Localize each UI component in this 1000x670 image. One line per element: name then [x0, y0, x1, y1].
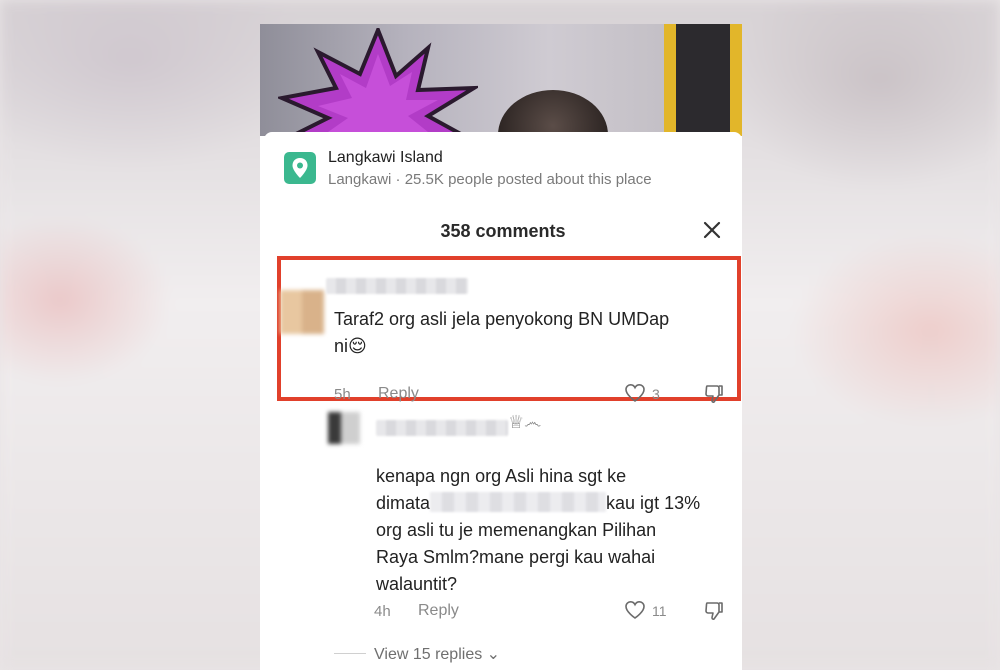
- heart-icon: [625, 600, 645, 619]
- reply-avatar[interactable]: [328, 412, 360, 444]
- comments-count: 358 comments: [440, 221, 566, 241]
- reply-text: kenapa ngn org Asli hina sgt ke dimata ka…: [376, 466, 701, 594]
- comments-sheet: Langkawi Island Langkawi · 25.5K people …: [264, 132, 742, 670]
- reply-username-redacted[interactable]: [376, 420, 508, 436]
- reply-reply-button[interactable]: Reply: [418, 602, 459, 620]
- phone-screen: Langkawi Island Langkawi · 25.5K people …: [260, 24, 742, 670]
- close-button[interactable]: [700, 218, 724, 242]
- person-in-video: [498, 90, 608, 136]
- starburst-graphic: [278, 28, 478, 136]
- view-replies-button[interactable]: View 15 replies ⌄: [374, 644, 500, 664]
- reply-user-badges: ♕෴: [508, 412, 542, 432]
- location-title[interactable]: Langkawi Island: [328, 149, 443, 167]
- comment-time: 5h: [334, 386, 351, 403]
- reply-like-count: 11: [652, 603, 667, 619]
- video-preview[interactable]: [260, 24, 742, 136]
- heart-icon: [625, 383, 645, 402]
- close-icon: [703, 221, 721, 239]
- location-pin-icon[interactable]: [284, 152, 316, 184]
- reply-time: 4h: [374, 603, 391, 620]
- username-redacted[interactable]: [326, 278, 468, 294]
- dislike-button[interactable]: [702, 382, 726, 406]
- reply-button[interactable]: Reply: [378, 385, 419, 403]
- video-frame-shadow: [676, 24, 730, 136]
- reply-dislike-button[interactable]: [702, 599, 726, 623]
- like-button[interactable]: [622, 382, 648, 404]
- avatar[interactable]: [280, 290, 324, 334]
- location-subtitle: Langkawi · 25.5K people posted about thi…: [328, 171, 652, 188]
- thumbs-down-icon: [705, 602, 723, 620]
- thumbs-down-icon: [705, 385, 723, 403]
- replies-divider: [334, 653, 366, 654]
- reply-like-button[interactable]: [622, 599, 648, 621]
- redacted-name: [430, 492, 607, 512]
- comment-text: Taraf2 org asli jela penyokong BN UMDap …: [334, 309, 670, 356]
- like-count: 3: [652, 386, 660, 402]
